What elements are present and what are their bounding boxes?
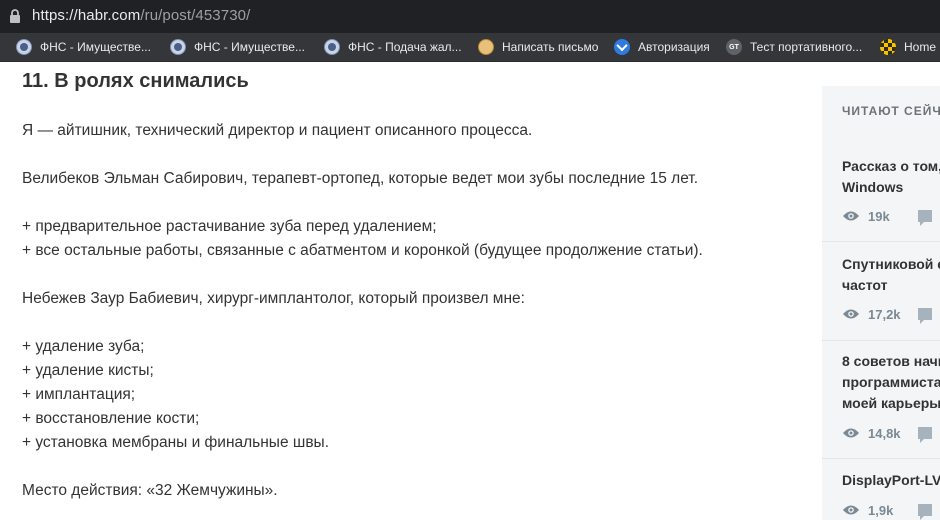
views-value: 17,2k xyxy=(868,306,901,322)
bookmark-mail[interactable]: Написать письмо xyxy=(478,38,598,56)
views-count: 17,2k xyxy=(842,306,901,322)
divider xyxy=(822,458,940,459)
list-item: + удаление кисты; xyxy=(22,362,154,379)
bookmark-fns-3[interactable]: ФНС - Подача жал... xyxy=(324,38,462,56)
post-title-link[interactable]: 8 советов начи программиста моей карьеры xyxy=(842,351,940,414)
bookmark-fns-2[interactable]: ФНС - Имуществе... xyxy=(170,38,305,56)
post-title-line: моей карьеры xyxy=(842,395,940,411)
list-item: + удаление зуба; xyxy=(22,338,145,355)
comment-icon[interactable] xyxy=(918,504,932,520)
fns-icon xyxy=(16,39,32,55)
post-title-link[interactable]: DisplayPort-LVD xyxy=(842,470,940,491)
address-bar[interactable]: https://habr.com/ru/post/453730/ xyxy=(0,0,940,33)
article-paragraph: Велибеков Эльман Сабирович, терапевт-орт… xyxy=(22,170,698,187)
gt-icon: GT xyxy=(726,39,742,55)
bookmarks-bar: ФНС - Имуществе... ФНС - Имуществе... ФН… xyxy=(0,33,940,62)
bookmark-gt[interactable]: GT Тест портативного... xyxy=(726,38,862,56)
section-heading: 11. В ролях снимались xyxy=(22,70,249,92)
list-item: + предварительное растачивание зуба пере… xyxy=(22,218,437,235)
divider xyxy=(822,241,940,242)
bookmark-label: ФНС - Имуществе... xyxy=(194,40,305,54)
bookmark-auth[interactable]: Авторизация xyxy=(614,38,710,56)
fns-icon xyxy=(324,39,340,55)
post-title-link[interactable]: Спутниковой св частот xyxy=(842,254,940,296)
mail-icon xyxy=(478,39,494,55)
views-count: 1,9k xyxy=(842,502,893,518)
article-paragraph: Место действия: «32 Жемчужины». xyxy=(22,482,278,499)
bookmark-label: Авторизация xyxy=(638,40,710,54)
bookmark-label: Написать письмо xyxy=(502,40,599,54)
list-item: + имплантация; xyxy=(22,386,136,403)
auth-icon xyxy=(614,39,630,55)
url-text[interactable]: https://habr.com/ru/post/453730/ xyxy=(32,7,250,24)
views-count: 19k xyxy=(842,208,890,224)
eye-icon xyxy=(843,309,859,319)
url-path: /ru/post/453730/ xyxy=(140,7,251,24)
views-value: 1,9k xyxy=(868,502,894,518)
article-paragraph: Я — айтишник, технический директор и пац… xyxy=(22,122,533,139)
eye-icon xyxy=(843,505,859,515)
url-host: https://habr.com xyxy=(32,7,141,24)
post-title-line: Спутниковой св xyxy=(842,256,940,272)
list-item: + установка мембраны и финальные швы. xyxy=(22,434,329,451)
views-count: 14,8k xyxy=(842,425,901,441)
lock-icon xyxy=(10,9,20,23)
bookmark-label: Home xyxy=(904,40,937,54)
sidebar-title: ЧИТАЮТ СЕЙЧАС xyxy=(842,104,940,118)
bookmark-label: Тест портативного... xyxy=(750,40,863,54)
post-title-line: Windows xyxy=(842,179,904,195)
home-icon xyxy=(880,39,896,55)
views-value: 14,8k xyxy=(868,425,901,441)
post-title-line: DisplayPort-LVD xyxy=(842,472,940,488)
eye-icon xyxy=(843,211,859,221)
list-item: + восстановление кости; xyxy=(22,410,200,427)
post-title-line: 8 советов начи xyxy=(842,353,940,369)
bookmark-home[interactable]: Home xyxy=(880,38,936,56)
post-title-line: частот xyxy=(842,277,888,293)
post-title-link[interactable]: Рассказ о том, к Windows xyxy=(842,156,940,198)
bookmark-label: ФНС - Имуществе... xyxy=(40,40,151,54)
fns-icon xyxy=(170,39,186,55)
reading-now-sidebar: ЧИТАЮТ СЕЙЧАС Рассказ о том, к Windows 1… xyxy=(822,86,940,520)
divider xyxy=(822,340,940,341)
views-value: 19k xyxy=(868,208,890,224)
bookmark-label: ФНС - Подача жал... xyxy=(348,40,462,54)
bookmark-fns-1[interactable]: ФНС - Имуществе... xyxy=(16,38,151,56)
comment-icon[interactable] xyxy=(918,427,932,443)
article-paragraph: Небежев Заур Бабиевич, хирург-имплантоло… xyxy=(22,290,525,307)
post-title-line: Рассказ о том, к xyxy=(842,158,940,174)
comment-icon[interactable] xyxy=(918,308,932,324)
eye-icon xyxy=(843,428,859,438)
post-title-line: программиста xyxy=(842,374,940,390)
list-item: + все остальные работы, связанные с абат… xyxy=(22,242,703,259)
comment-icon[interactable] xyxy=(918,210,932,226)
